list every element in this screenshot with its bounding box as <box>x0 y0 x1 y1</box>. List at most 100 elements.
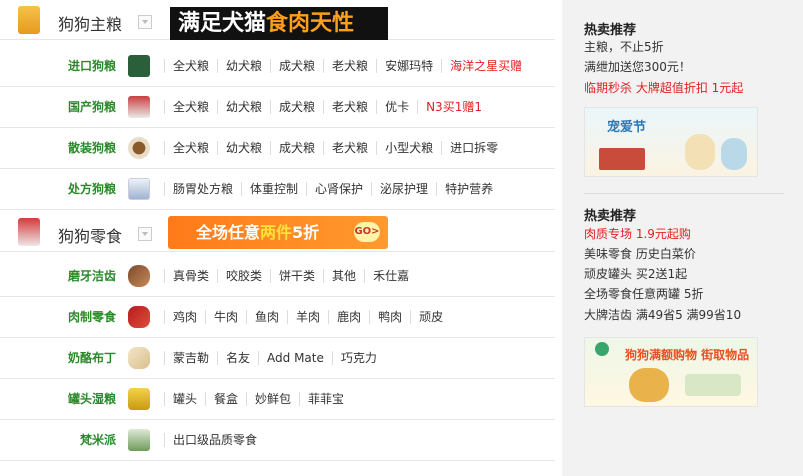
subcategory-link[interactable]: 名友 <box>217 351 258 365</box>
subcategory-link[interactable]: 顽皮 <box>410 310 451 324</box>
subcategory-link[interactable]: 菲菲宝 <box>299 392 352 406</box>
category-panel: 狗狗主粮 满足犬猫食肉天性 进口狗粮 全犬粮 幼犬粮 成犬粮 老犬粮 安娜玛特 … <box>0 0 562 476</box>
category-link[interactable]: 进口狗粮 <box>56 46 116 86</box>
subcategory-links: 肠胃处方粮 体重控制 心肾保护 泌尿护理 特护营养 <box>164 169 501 209</box>
category-row: 散装狗粮 全犬粮 幼犬粮 成犬粮 老犬粮 小型犬粮 进口拆零 <box>0 128 555 169</box>
promo-banner-snacks[interactable]: 全场任意两件5折 GO> <box>168 216 388 249</box>
subcategory-link[interactable]: 羊肉 <box>287 310 328 324</box>
hot-recommend-title: 热卖推荐 <box>584 209 637 224</box>
category-link[interactable]: 处方狗粮 <box>56 169 116 209</box>
subcategory-link[interactable]: 老犬粮 <box>323 100 376 114</box>
subcategory-link[interactable]: 老犬粮 <box>323 141 376 155</box>
subcategory-links: 全犬粮 幼犬粮 成犬粮 老犬粮 安娜玛特 海洋之星买赠 <box>164 46 530 86</box>
shop-illustration-icon <box>685 374 741 396</box>
go-button[interactable]: GO> <box>354 222 380 242</box>
category-row: 梵米派 出口级品质零食 <box>0 420 555 461</box>
subcategory-link[interactable]: 幼犬粮 <box>217 59 270 73</box>
subcategory-link[interactable]: 蒙吉勒 <box>164 351 217 365</box>
subcategory-link[interactable]: 鱼肉 <box>246 310 287 324</box>
divider <box>584 193 784 194</box>
subcategory-link[interactable]: 妙鲜包 <box>246 392 299 406</box>
category-row: 奶酪布丁 蒙吉勒 名友 Add Mate 巧克力 <box>0 338 555 379</box>
banner-text-white: 5折 <box>292 223 320 242</box>
category-row: 磨牙洁齿 真骨类 咬胶类 饼干类 其他 禾仕嘉 <box>0 256 555 297</box>
recommend-link[interactable]: 主粮，不止5折 <box>584 38 664 55</box>
subcategory-link[interactable]: 全犬粮 <box>164 100 217 114</box>
hot-recommend-title: 热卖推荐 <box>584 23 637 38</box>
subcategory-links: 出口级品质零食 <box>164 420 265 460</box>
category-link[interactable]: 磨牙洁齿 <box>56 256 116 296</box>
chevron-down-icon[interactable] <box>138 15 152 29</box>
category-link[interactable]: 梵米派 <box>56 420 116 460</box>
subcategory-link[interactable]: 出口级品质零食 <box>164 433 265 447</box>
subcategory-link[interactable]: 其他 <box>323 269 364 283</box>
subcategory-link[interactable]: 安娜玛特 <box>376 59 441 73</box>
subcategory-link[interactable]: 优卡 <box>376 100 417 114</box>
recommend-link[interactable]: 大牌洁齿 满49省5 满99省10 <box>584 306 741 323</box>
cat-illustration-icon <box>721 138 747 170</box>
product-thumb-icon <box>128 178 150 200</box>
recommend-link[interactable]: 美味零食 历史白菜价 <box>584 245 696 262</box>
subcategory-link[interactable]: 巧克力 <box>331 351 385 365</box>
section-title[interactable]: 狗狗零食 <box>58 223 122 247</box>
ad-text: 狗狗满额购物 街取物品 <box>625 348 750 362</box>
category-row: 肉制零食 鸡肉 牛肉 鱼肉 羊肉 鹿肉 鸭肉 顽皮 <box>0 297 555 338</box>
promo-link[interactable]: N3买1赠1 <box>417 100 490 114</box>
subcategory-link[interactable]: 特护营养 <box>436 182 501 196</box>
subcategory-link[interactable]: 小型犬粮 <box>376 141 441 155</box>
subcategory-link[interactable]: 全犬粮 <box>164 59 217 73</box>
subcategory-link[interactable]: 幼犬粮 <box>217 100 270 114</box>
subcategory-link[interactable]: 咬胶类 <box>217 269 270 283</box>
category-link[interactable]: 散装狗粮 <box>56 128 116 168</box>
subcategory-link[interactable]: 鸡肉 <box>164 310 205 324</box>
category-link[interactable]: 国产狗粮 <box>56 87 116 127</box>
subcategory-link[interactable]: 老犬粮 <box>323 59 376 73</box>
recommend-link[interactable]: 满绁加送您300元！ <box>584 58 691 75</box>
subcategory-link[interactable]: 心肾保护 <box>306 182 371 196</box>
cheese-icon <box>128 347 150 369</box>
category-link[interactable]: 肉制零食 <box>56 297 116 337</box>
category-link[interactable]: 罐头湿粮 <box>56 379 116 419</box>
subcategory-link[interactable]: Add Mate <box>258 351 332 365</box>
category-row: 处方狗粮 肠胃处方粮 体重控制 心肾保护 泌尿护理 特护营养 <box>0 169 555 210</box>
subcategory-link[interactable]: 肠胃处方粮 <box>164 182 241 196</box>
subcategory-link[interactable]: 禾仕嘉 <box>364 269 417 283</box>
subcategory-link[interactable]: 罐头 <box>164 392 205 406</box>
subcategory-link[interactable]: 泌尿护理 <box>371 182 436 196</box>
section-title[interactable]: 狗狗主粮 <box>58 11 122 35</box>
chevron-down-icon[interactable] <box>138 227 152 241</box>
promo-ad-image[interactable]: 宠爱节 <box>584 107 758 177</box>
promo-banner-meat[interactable]: 满足犬猫食肉天性 <box>170 7 388 40</box>
subcategory-link[interactable]: 体重控制 <box>241 182 306 196</box>
recommend-link[interactable]: 全场零食任意两罐 5折 <box>584 285 703 302</box>
subcategory-links: 罐头 餐盒 妙鲜包 菲菲宝 <box>164 379 352 419</box>
subcategory-link[interactable]: 餐盒 <box>205 392 246 406</box>
meat-icon <box>128 306 150 328</box>
subcategory-link[interactable]: 成犬粮 <box>270 141 323 155</box>
ad-text: 宠爱节 <box>607 120 647 135</box>
subcategory-link[interactable]: 牛肉 <box>205 310 246 324</box>
subcategory-link[interactable]: 饼干类 <box>270 269 323 283</box>
subcategory-link[interactable]: 成犬粮 <box>270 100 323 114</box>
bone-icon <box>128 265 150 287</box>
can-icon <box>128 388 150 410</box>
banner-text-orange: 食肉天性 <box>266 11 355 36</box>
subcategory-link[interactable]: 鹿肉 <box>328 310 369 324</box>
promo-ad-image[interactable]: 狗狗满额购物 街取物品 <box>584 337 758 407</box>
promo-link[interactable]: 海洋之星买赠 <box>441 59 530 73</box>
subcategory-link[interactable]: 幼犬粮 <box>217 141 270 155</box>
subcategory-link[interactable]: 成犬粮 <box>270 59 323 73</box>
kibble-bowl-icon <box>128 137 150 159</box>
section-header-dog-food: 狗狗主粮 满足犬猫食肉天性 <box>0 0 555 40</box>
subcategory-link[interactable]: 真骨类 <box>164 269 217 283</box>
recommend-link-hot[interactable]: 临期秒杀 大牌超值折扣 1元起 <box>584 79 743 96</box>
subcategory-link[interactable]: 鸭肉 <box>369 310 410 324</box>
subcategory-link[interactable]: 进口拆零 <box>441 141 506 155</box>
recommend-link-hot[interactable]: 肉质专场 1.9元起购 <box>584 225 691 242</box>
subcategory-links: 真骨类 咬胶类 饼干类 其他 禾仕嘉 <box>164 256 417 296</box>
recommend-link[interactable]: 顽皮罐头 买2送1起 <box>584 265 687 282</box>
category-link[interactable]: 奶酪布丁 <box>56 338 116 378</box>
subcategory-link[interactable]: 全犬粮 <box>164 141 217 155</box>
dog-illustration-icon <box>685 134 715 170</box>
subcategory-links: 鸡肉 牛肉 鱼肉 羊肉 鹿肉 鸭肉 顽皮 <box>164 297 451 337</box>
